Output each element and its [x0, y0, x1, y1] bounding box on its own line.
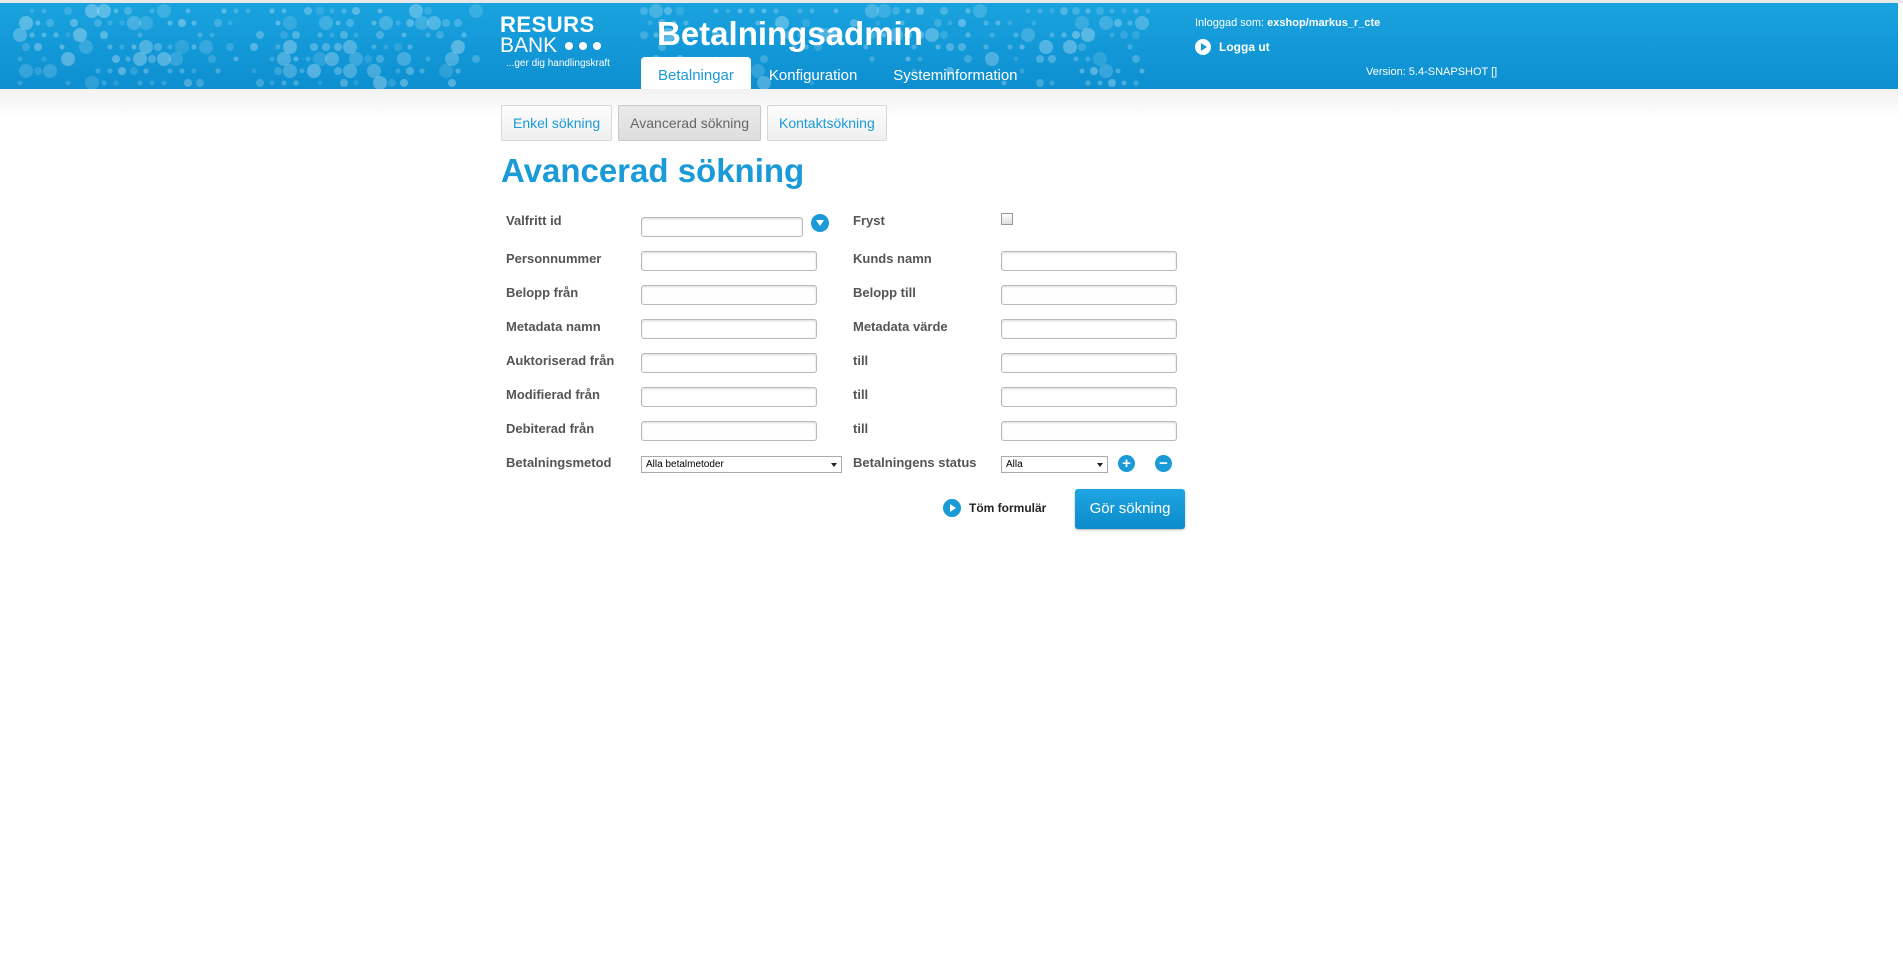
logo-tagline: ...ger dig handlingskraft: [506, 58, 610, 69]
label-metadata-namn: Metadata namn: [506, 319, 601, 334]
label-personnummer: Personnummer: [506, 251, 602, 266]
label-auktoriserad-till: till: [853, 353, 869, 368]
page-title: Avancerad sökning: [501, 152, 805, 189]
modifierad-fran-input[interactable]: [641, 387, 817, 407]
logged-in-user: exshop/markus_r_cte: [1267, 17, 1381, 29]
label-betalningens-status: Betalningens status: [853, 455, 977, 470]
clear-form-label: Töm formulär: [969, 501, 1047, 515]
chevron-down-icon: [831, 463, 837, 467]
header-shadow: [0, 89, 1898, 119]
logged-in-label: Inloggad som:: [1195, 17, 1265, 29]
betalningsmetod-value: Alla betalmetoder: [646, 459, 724, 470]
belopp-till-input[interactable]: [1001, 285, 1177, 305]
chevron-down-icon[interactable]: [811, 214, 829, 232]
plus-icon[interactable]: +: [1118, 455, 1135, 472]
tab-avancerad-sokning[interactable]: Avancerad sökning: [618, 105, 761, 141]
label-belopp-till: Belopp till: [853, 285, 916, 300]
belopp-fran-input[interactable]: [641, 285, 817, 305]
chevron-down-icon: [1097, 463, 1103, 467]
nav-tab-betalningar[interactable]: Betalningar: [641, 57, 751, 89]
metadata-namn-input[interactable]: [641, 319, 817, 339]
logo-dots: [565, 41, 602, 50]
status-value: Alla: [1006, 459, 1023, 470]
label-modifierad-till: till: [853, 387, 869, 402]
modifierad-till-input[interactable]: [1001, 387, 1177, 407]
logout-label: Logga ut: [1219, 40, 1270, 54]
valfritt-id-input[interactable]: [641, 217, 803, 237]
label-debiterad-till: till: [853, 421, 869, 436]
nav-tab-systeminformation[interactable]: Systeminformation: [875, 57, 1035, 89]
betalningsmetod-select[interactable]: Alla betalmetoder: [641, 456, 842, 473]
logo-bank: BANK: [500, 35, 610, 56]
debiterad-fran-input[interactable]: [641, 421, 817, 441]
tab-enkel-sokning[interactable]: Enkel sökning: [501, 105, 613, 141]
label-belopp-fran: Belopp från: [506, 285, 579, 300]
logo-text: RESURS: [500, 12, 595, 37]
label-valfritt-id: Valfritt id: [506, 213, 562, 228]
main-nav: Betalningar Konfiguration Systeminformat…: [641, 57, 1036, 89]
metadata-varde-input[interactable]: [1001, 319, 1177, 339]
logged-in-info: Inloggad som: exshop/markus_r_cte: [1195, 17, 1380, 29]
label-modifierad-fran: Modifierad från: [506, 387, 600, 402]
search-button[interactable]: Gör sökning: [1075, 489, 1185, 529]
label-debiterad-fran: Debiterad från: [506, 421, 595, 436]
debiterad-till-input[interactable]: [1001, 421, 1177, 441]
tab-kontaktsokning[interactable]: Kontaktsökning: [767, 105, 887, 141]
label-betalningsmetod: Betalningsmetod: [506, 455, 612, 470]
label-metadata-varde: Metadata värde: [853, 319, 948, 334]
logout-link[interactable]: Logga ut: [1195, 39, 1270, 55]
header-banner: RESURS BANK ...ger dig handlingskraft Be…: [0, 3, 1898, 89]
label-auktoriserad-fran: Auktoriserad från: [506, 353, 615, 368]
minus-icon[interactable]: −: [1155, 455, 1172, 472]
clear-form-link[interactable]: Töm formulär: [943, 499, 1046, 517]
kunds-namn-input[interactable]: [1001, 251, 1177, 271]
app-title: Betalningsadmin: [657, 15, 923, 52]
resurs-bank-logo[interactable]: RESURS BANK ...ger dig handlingskraft: [500, 12, 610, 70]
logo-bank-text: BANK: [500, 34, 558, 57]
search-tabs: Enkel sökning Avancerad sökning Kontakts…: [501, 105, 887, 141]
nav-tab-konfiguration[interactable]: Konfiguration: [751, 57, 875, 89]
status-select[interactable]: Alla: [1001, 456, 1108, 473]
play-icon: [1195, 39, 1211, 55]
auktoriserad-fran-input[interactable]: [641, 353, 817, 373]
play-icon: [943, 499, 961, 517]
auktoriserad-till-input[interactable]: [1001, 353, 1177, 373]
version-text: Version: 5.4-SNAPSHOT []: [1366, 66, 1498, 78]
label-kunds-namn: Kunds namn: [853, 251, 932, 266]
fryst-checkbox[interactable]: [1001, 213, 1013, 225]
personnummer-input[interactable]: [641, 251, 817, 271]
label-fryst: Fryst: [853, 213, 885, 228]
